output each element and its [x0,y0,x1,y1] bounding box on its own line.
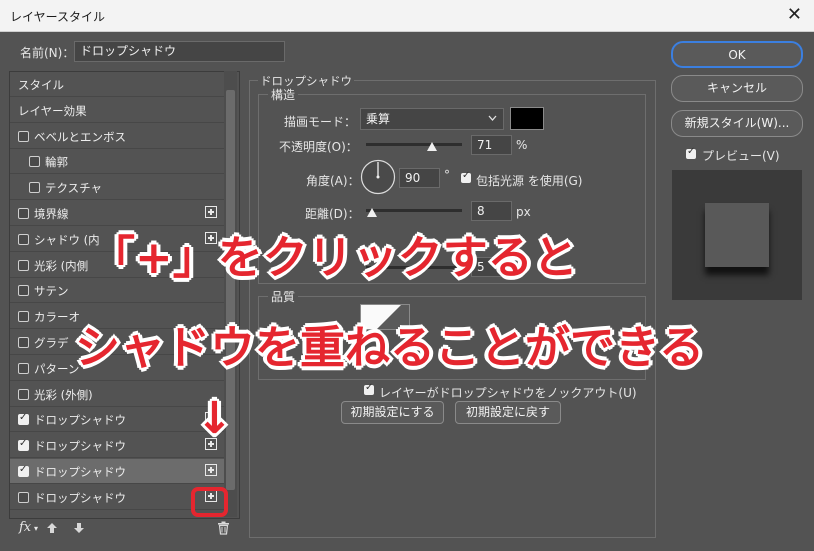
blend-mode-select[interactable]: 乗算 [360,108,504,130]
list-item-checkbox[interactable] [18,208,29,219]
close-icon[interactable]: ✕ [787,4,802,25]
preview-label: プレビュー(V) [702,149,780,163]
list-item-label: ドロップシャドウ [34,465,126,479]
chevron-down-icon [488,115,497,121]
opacity-slider-knob[interactable] [427,142,437,151]
overlay-line-1: 「+」をクリックすると [90,231,578,284]
list-item-checkbox[interactable] [18,259,29,271]
distance-unit: px [516,205,531,219]
global-light-checkbox[interactable] [461,170,471,183]
knockout-checkbox[interactable] [364,382,374,395]
list-item-label: ドロップシャドウ [34,490,126,505]
list-item-label: ベベルとエンボス [34,129,126,144]
list-item[interactable]: 境界線 [10,201,229,226]
opacity-label: 不透明度(O)： [279,140,358,154]
quality-title: 品質 [268,288,299,305]
distance-label: 距離(D)： [305,207,360,221]
list-item-checkbox[interactable] [18,233,29,245]
add-effect-icon[interactable] [205,206,217,218]
preview-area [672,170,802,300]
list-item[interactable]: 輪郭 [10,149,229,175]
move-up-icon[interactable] [46,522,58,534]
global-light-label: 包括光源 を使用(G) [476,174,583,188]
name-input[interactable]: ドロップシャドウ [74,41,285,62]
shadow-color-swatch[interactable] [510,107,544,130]
list-item[interactable]: レイヤー効果 [10,98,229,123]
knockout-label: レイヤーがドロップシャドウをノックアウト(U) [379,386,637,400]
list-item[interactable]: テクスチャ [10,175,229,201]
layer-style-dialog: レイヤースタイル ✕ 名前(N)： ドロップシャドウ スタイルレイヤー効果ベベル… [0,0,814,551]
list-item-label: 境界線 [34,207,69,221]
preview-checkbox[interactable] [686,146,696,159]
angle-input[interactable]: 90 [399,168,440,188]
distance-slider-track[interactable] [366,209,462,212]
list-item-label: 光彩 (内側 [34,258,89,273]
list-item-label: グラデ [34,336,69,350]
list-item-checkbox[interactable] [18,491,29,503]
list-item-checkbox[interactable] [18,412,29,426]
cancel-button[interactable]: キャンセル [671,75,803,102]
overlay-arrow: ↓ [196,393,233,444]
distance-slider-knob[interactable] [367,208,377,217]
list-item-checkbox[interactable] [18,362,29,374]
list-item-label: 光彩 (外側) [34,387,93,402]
styles-list: スタイル レイヤー効果 ベベルとエンボス 輪郭 テクスチャ 境界線 シャドウ (内 光彩 (内… [9,71,240,519]
distance-input[interactable]: 8 [471,201,512,221]
angle-unit: ° [444,168,450,182]
list-item-checkbox[interactable] [18,285,29,297]
list-item-label: 輪郭 [45,155,68,170]
list-item[interactable]: ベベルとエンボス [10,124,229,149]
list-item-label: カラーオ [34,310,80,325]
opacity-unit: % [516,138,528,152]
list-item-label: ドロップシャドウ [34,439,126,454]
add-effect-icon[interactable] [205,464,217,476]
list-item[interactable]: スタイル [10,72,229,97]
title-bar: レイヤースタイル ✕ [0,0,814,32]
list-item-checkbox[interactable] [18,388,29,400]
list-item-label: テクスチャ [45,181,103,196]
list-item-checkbox[interactable] [18,130,29,142]
list-item[interactable]: ドロップシャドウ [10,459,229,484]
preview-swatch [705,203,769,267]
list-item-label: パターン [34,361,80,376]
overlay-line-2: シャドウを重ねることができる [75,321,705,374]
list-item-label: ドロップシャドウ [34,413,126,428]
list-item-checkbox[interactable] [18,311,29,323]
opacity-slider-track[interactable] [366,143,462,146]
trash-icon[interactable] [217,521,230,535]
name-label: 名前(N)： [20,46,75,60]
highlight-box [191,487,228,517]
list-item-label: サテン [34,284,69,299]
ok-button[interactable]: OK [671,41,803,68]
new-style-button[interactable]: 新規スタイル(W)... [671,110,803,137]
window-title: レイヤースタイル [10,10,106,24]
opacity-input[interactable]: 71 [471,135,512,155]
list-item-label: スタイル [18,78,64,92]
fx-icon[interactable]: fx [19,520,31,535]
angle-dial-icon[interactable] [360,159,396,195]
reset-default-button[interactable]: 初期設定に戻す [455,401,561,424]
list-item-checkbox[interactable] [18,438,29,452]
list-item-checkbox[interactable] [29,182,40,194]
list-item-label: レイヤー効果 [18,103,87,118]
list-item-checkbox[interactable] [29,156,40,168]
move-down-icon[interactable] [73,522,85,534]
blend-mode-label: 描画モード： [284,115,357,129]
make-default-button[interactable]: 初期設定にする [341,401,444,424]
blend-mode-value: 乗算 [366,112,391,126]
fx-caret-icon: ▾ [34,524,39,533]
structure-title: 構造 [268,86,299,103]
list-item-checkbox[interactable] [18,464,29,477]
list-item-checkbox[interactable] [18,337,29,348]
angle-label: 角度(A)： [306,174,360,188]
